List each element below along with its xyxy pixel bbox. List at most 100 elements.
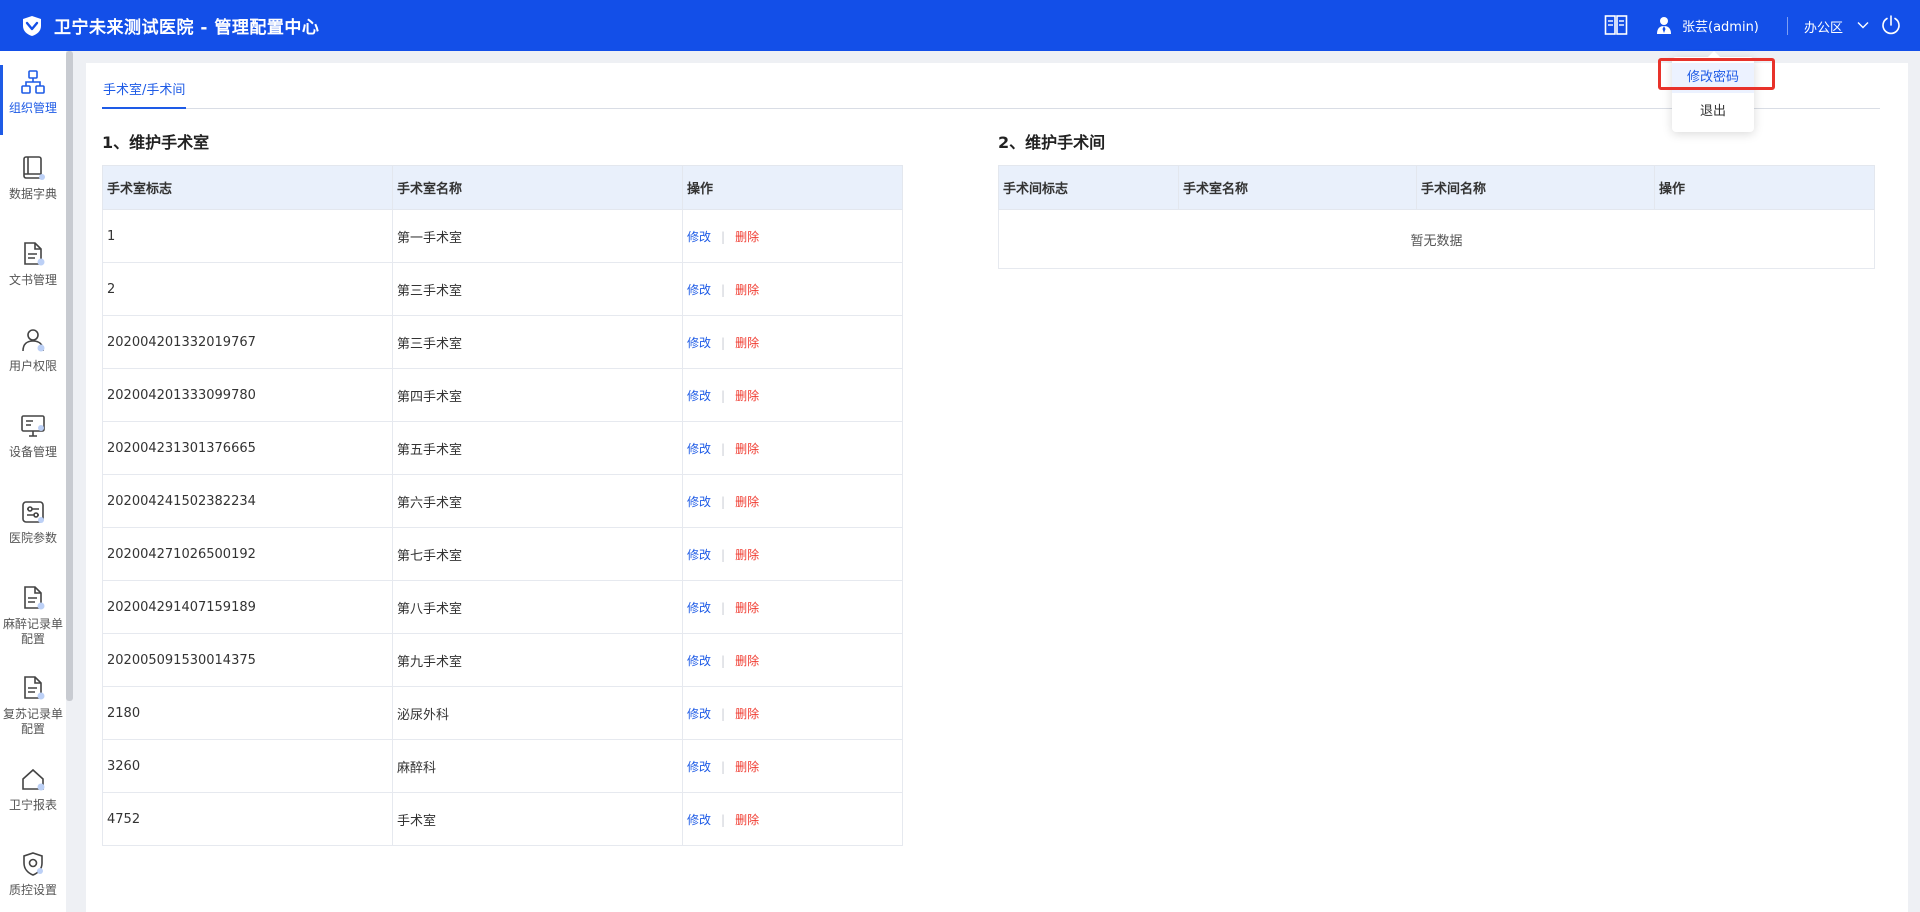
tab-bar: 手术室/手术间 bbox=[102, 63, 1880, 109]
app-logo: 卫宁未来测试医院 - 管理配置中心 bbox=[20, 13, 319, 38]
delete-link[interactable]: 删除 bbox=[735, 283, 759, 297]
sidebar-item-recovery-record-config[interactable]: 复苏记录单配置 bbox=[0, 665, 66, 753]
user-icon bbox=[22, 329, 45, 352]
table-row: 202004201332019767 第三手术室 修改 | 删除 bbox=[102, 315, 903, 369]
delete-link[interactable]: 删除 bbox=[735, 336, 759, 350]
table-header-row: 手术间标志 手术室名称 手术间名称 操作 bbox=[998, 165, 1875, 210]
action-separator: | bbox=[721, 759, 726, 774]
logout-menu-item[interactable]: 退出 bbox=[1672, 97, 1754, 127]
actions-cell: 修改 | 删除 bbox=[682, 262, 903, 316]
edit-link[interactable]: 修改 bbox=[687, 230, 711, 244]
edit-link[interactable]: 修改 bbox=[687, 654, 711, 668]
edit-link[interactable]: 修改 bbox=[687, 707, 711, 721]
sidebar-item-user-permissions[interactable]: 用户权限 bbox=[0, 317, 66, 395]
edit-link[interactable]: 修改 bbox=[687, 548, 711, 562]
sidebar-item-label: 卫宁报表 bbox=[8, 798, 57, 812]
department-name-cell: 第三手术室 bbox=[392, 315, 683, 369]
sidebar-item-document-management[interactable]: 文书管理 bbox=[0, 231, 66, 309]
chevron-down-icon[interactable] bbox=[1856, 18, 1870, 32]
action-separator: | bbox=[721, 335, 726, 350]
sidebar-item-org-management[interactable]: 组织管理 bbox=[0, 59, 66, 137]
department-name-cell: 第八手术室 bbox=[392, 580, 683, 634]
power-icon[interactable] bbox=[1880, 14, 1902, 36]
sidebar-item-label: 用户权限 bbox=[8, 359, 57, 373]
table-header-row: 手术室标志 手术室名称 操作 bbox=[102, 165, 903, 210]
edit-link[interactable]: 修改 bbox=[687, 336, 711, 350]
edit-link[interactable]: 修改 bbox=[687, 389, 711, 403]
sidebar: 组织管理 数据字典 文书管理 用户权限 设备管理 医院参数 麻醉记录单配置 复苏… bbox=[0, 51, 66, 912]
sidebar-item-device-management[interactable]: 设备管理 bbox=[0, 403, 66, 481]
delete-link[interactable]: 删除 bbox=[735, 707, 759, 721]
actions-cell: 修改 | 删除 bbox=[682, 527, 903, 581]
edit-link[interactable]: 修改 bbox=[687, 495, 711, 509]
table-row: 202004241502382234 第六手术室 修改 | 删除 bbox=[102, 474, 903, 528]
action-separator: | bbox=[721, 388, 726, 403]
actions-cell: 修改 | 删除 bbox=[682, 580, 903, 634]
column-header: 手术间名称 bbox=[1416, 165, 1655, 210]
edit-link[interactable]: 修改 bbox=[687, 760, 711, 774]
action-separator: | bbox=[721, 441, 726, 456]
sidebar-item-label: 组织管理 bbox=[8, 101, 57, 115]
sidebar-item-label: 数据字典 bbox=[8, 187, 57, 201]
department-id-cell: 202004241502382234 bbox=[102, 474, 393, 528]
sidebar-item-label: 麻醉记录单配置 bbox=[2, 617, 63, 646]
department-id-cell: 202004291407159189 bbox=[102, 580, 393, 634]
sidebar-item-hospital-parameters[interactable]: 医院参数 bbox=[0, 489, 66, 567]
action-separator: | bbox=[721, 494, 726, 509]
delete-link[interactable]: 删除 bbox=[735, 548, 759, 562]
change-password-menu-item[interactable]: 修改密码 bbox=[1672, 63, 1754, 93]
edit-link[interactable]: 修改 bbox=[687, 813, 711, 827]
department-id-cell: 202004231301376665 bbox=[102, 421, 393, 475]
department-name-cell: 第七手术室 bbox=[392, 527, 683, 581]
department-name-cell: 手术室 bbox=[392, 792, 683, 846]
actions-cell: 修改 | 删除 bbox=[682, 474, 903, 528]
table-row: 202004291407159189 第八手术室 修改 | 删除 bbox=[102, 580, 903, 634]
sidebar-scrollbar[interactable] bbox=[66, 51, 73, 701]
edit-link[interactable]: 修改 bbox=[687, 283, 711, 297]
delete-link[interactable]: 删除 bbox=[735, 442, 759, 456]
delete-link[interactable]: 删除 bbox=[735, 601, 759, 615]
tab-operating-rooms[interactable]: 手术室/手术间 bbox=[102, 79, 187, 109]
user-menu-trigger[interactable]: 张芸(admin) bbox=[1656, 13, 1759, 37]
actions-cell: 修改 | 删除 bbox=[682, 686, 903, 740]
edit-link[interactable]: 修改 bbox=[687, 601, 711, 615]
user-dropdown-menu: 修改密码 退出 bbox=[1672, 51, 1754, 132]
app-title: 卫宁未来测试医院 - 管理配置中心 bbox=[54, 18, 320, 38]
user-name: 张芸(admin) bbox=[1682, 19, 1759, 35]
sidebar-item-winning-reports[interactable]: 卫宁报表 bbox=[0, 756, 66, 834]
sidebar-item-data-dictionary[interactable]: 数据字典 bbox=[0, 145, 66, 223]
action-separator: | bbox=[721, 229, 726, 244]
table-row: 1 第一手术室 修改 | 删除 bbox=[102, 209, 903, 263]
actions-cell: 修改 | 删除 bbox=[682, 315, 903, 369]
delete-link[interactable]: 删除 bbox=[735, 654, 759, 668]
column-header: 操作 bbox=[1654, 165, 1875, 210]
actions-cell: 修改 | 删除 bbox=[682, 739, 903, 793]
operating-department-table: 手术室标志 手术室名称 操作 1 第一手术室 修改 | 删除 2 第三手术室 修改 | 删除 202… bbox=[102, 165, 903, 846]
department-id-cell: 3260 bbox=[102, 739, 393, 793]
table-row: 202004271026500192 第七手术室 修改 | 删除 bbox=[102, 527, 903, 581]
department-name-cell: 第一手术室 bbox=[392, 209, 683, 263]
delete-link[interactable]: 删除 bbox=[735, 495, 759, 509]
action-separator: | bbox=[721, 282, 726, 297]
department-name-cell: 泌尿外科 bbox=[392, 686, 683, 740]
action-separator: | bbox=[721, 547, 726, 562]
delete-link[interactable]: 删除 bbox=[735, 813, 759, 827]
sidebar-item-quality-control[interactable]: 质控设置 bbox=[0, 841, 66, 912]
sidebar-item-anesthesia-record-config[interactable]: 麻醉记录单配置 bbox=[0, 575, 66, 663]
office-selector[interactable]: 办公区 bbox=[1804, 17, 1843, 36]
open-book-icon[interactable] bbox=[1604, 14, 1628, 36]
document-icon bbox=[24, 586, 45, 610]
delete-link[interactable]: 删除 bbox=[735, 389, 759, 403]
sidebar-item-label: 文书管理 bbox=[8, 273, 57, 287]
sidebar-item-label: 设备管理 bbox=[8, 445, 57, 459]
section-title-operating-rooms: 2、维护手术间 bbox=[998, 133, 1106, 152]
table-row: 202005091530014375 第九手术室 修改 | 删除 bbox=[102, 633, 903, 687]
table-row: 202004231301376665 第五手术室 修改 | 删除 bbox=[102, 421, 903, 475]
delete-link[interactable]: 删除 bbox=[735, 230, 759, 244]
department-name-cell: 第九手术室 bbox=[392, 633, 683, 687]
department-id-cell: 202005091530014375 bbox=[102, 633, 393, 687]
column-header: 手术室名称 bbox=[392, 165, 683, 210]
edit-link[interactable]: 修改 bbox=[687, 442, 711, 456]
book-icon bbox=[23, 156, 45, 180]
delete-link[interactable]: 删除 bbox=[735, 760, 759, 774]
